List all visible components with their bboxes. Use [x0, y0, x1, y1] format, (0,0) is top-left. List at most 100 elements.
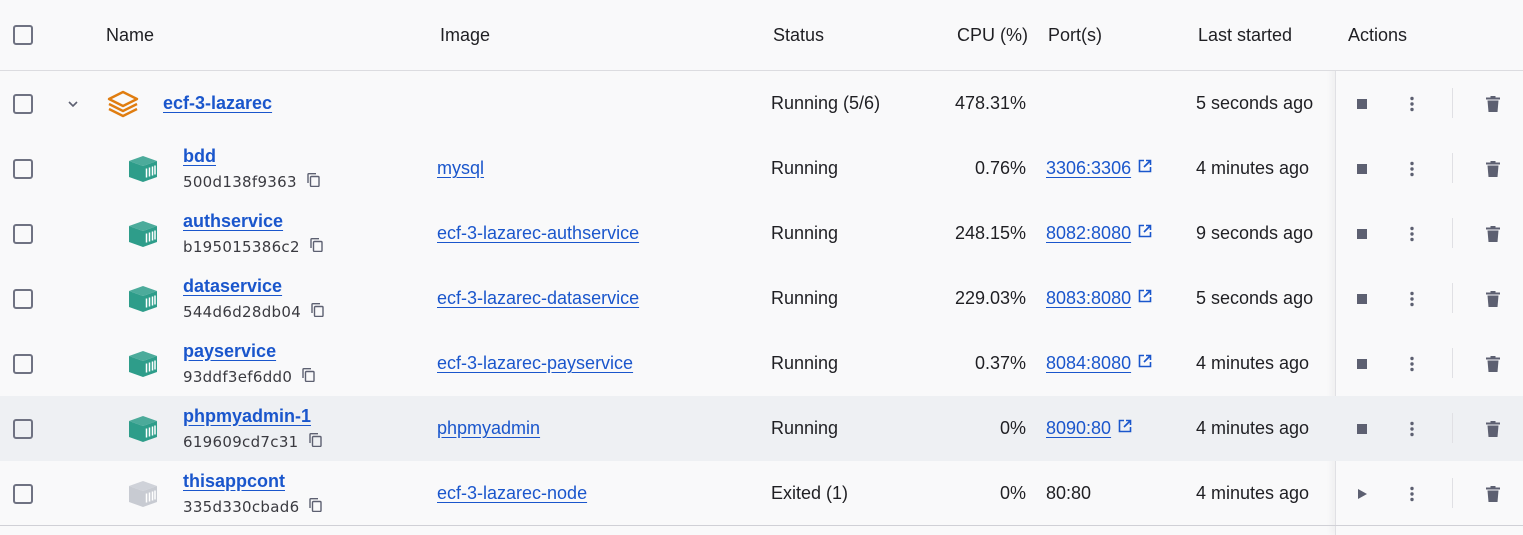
external-link-icon[interactable]: [1118, 419, 1132, 438]
status-cell: Running: [771, 266, 838, 331]
more-vertical-icon[interactable]: [1402, 71, 1422, 136]
container-name-link[interactable]: thisappcont: [183, 471, 322, 492]
table-row[interactable]: authservice b195015386c2 ecf-3-lazarec-a…: [0, 201, 1523, 266]
trash-icon[interactable]: [1483, 136, 1503, 201]
stack-icon: [106, 71, 140, 136]
copy-icon[interactable]: [311, 302, 324, 322]
header-cpu[interactable]: CPU (%): [957, 0, 1028, 70]
stop-icon[interactable]: [1352, 331, 1372, 396]
external-link-icon[interactable]: [1138, 224, 1152, 243]
more-vertical-icon[interactable]: [1402, 136, 1422, 201]
port-link[interactable]: 8083:8080: [1046, 288, 1131, 309]
copy-icon[interactable]: [308, 432, 322, 452]
more-vertical-icon[interactable]: [1402, 331, 1422, 396]
table-row[interactable]: dataservice 544d6d28db04 ecf-3-lazarec-d…: [0, 266, 1523, 331]
stop-icon[interactable]: [1352, 266, 1372, 331]
row-checkbox-cell: [13, 266, 33, 331]
image-link[interactable]: phpmyadmin: [437, 418, 540, 439]
header-image[interactable]: Image: [440, 0, 490, 70]
table-row[interactable]: phpmyadmin-1 619609cd7c31 phpmyadmin Run…: [0, 396, 1523, 461]
copy-icon[interactable]: [302, 367, 315, 387]
group-name-link[interactable]: ecf-3-lazarec: [163, 93, 272, 114]
row-checkbox[interactable]: [13, 483, 33, 504]
select-all-checkbox[interactable]: [13, 25, 33, 45]
image-link[interactable]: mysql: [437, 158, 484, 179]
container-name-link[interactable]: payservice: [183, 341, 315, 362]
stop-icon[interactable]: [1352, 201, 1372, 266]
port-link[interactable]: 8082:8080: [1046, 223, 1131, 244]
external-link-icon[interactable]: [1138, 289, 1152, 308]
table-bottom-border: [0, 525, 1523, 526]
group-name-cell: ecf-3-lazarec: [163, 71, 272, 136]
row-checkbox[interactable]: [13, 223, 33, 244]
image-cell: ecf-3-lazarec-authservice: [437, 201, 639, 266]
copy-icon[interactable]: [309, 497, 323, 517]
status-text: Running: [771, 353, 839, 373]
cpu-cell: 0.76%: [900, 136, 1026, 201]
port-cell: 8082:8080: [1046, 201, 1152, 266]
row-checkbox[interactable]: [13, 418, 33, 439]
row-checkbox[interactable]: [13, 158, 33, 179]
image-link[interactable]: ecf-3-lazarec-payservice: [437, 353, 633, 374]
table-row[interactable]: thisappcont 335d330cbad6 ecf-3-lazarec-n…: [0, 461, 1523, 526]
port-link[interactable]: 3306:3306: [1046, 158, 1131, 179]
stop-icon[interactable]: [1352, 396, 1372, 461]
external-link-icon[interactable]: [1138, 159, 1152, 178]
header-last-started[interactable]: Last started: [1198, 0, 1292, 70]
container-name-link[interactable]: authservice: [183, 211, 323, 232]
image-link[interactable]: ecf-3-lazarec-authservice: [437, 223, 639, 244]
table-row[interactable]: bdd 500d138f9363 mysql Running 0.76% 330…: [0, 136, 1523, 201]
trash-icon[interactable]: [1483, 266, 1503, 331]
copy-icon[interactable]: [310, 237, 323, 257]
container-id: 93ddf3ef6dd0: [183, 368, 293, 386]
image-cell: mysql: [437, 136, 484, 201]
container-name-link[interactable]: dataservice: [183, 276, 324, 297]
trash-icon[interactable]: [1483, 201, 1503, 266]
group-checkbox[interactable]: [13, 93, 33, 114]
trash-icon[interactable]: [1483, 71, 1503, 136]
external-link-icon[interactable]: [1138, 354, 1152, 373]
copy-icon[interactable]: [307, 172, 320, 192]
more-vertical-icon[interactable]: [1402, 461, 1422, 526]
row-checkbox-cell: [13, 201, 33, 266]
trash-icon[interactable]: [1483, 396, 1503, 461]
image-link[interactable]: ecf-3-lazarec-dataservice: [437, 288, 639, 309]
row-checkbox[interactable]: [13, 288, 33, 309]
group-row[interactable]: ecf-3-lazarec Running (5/6) 478.31% 5 se…: [0, 71, 1523, 136]
action-divider: [1452, 413, 1453, 443]
cpu-value: 0%: [999, 483, 1026, 503]
port-cell: 3306:3306: [1046, 136, 1152, 201]
play-icon[interactable]: [1352, 461, 1372, 526]
header-last-started-label: Last started: [1198, 24, 1293, 45]
stop-icon[interactable]: [1352, 71, 1372, 136]
status-text: Exited (1): [771, 483, 849, 503]
header-status-label: Status: [773, 24, 825, 45]
last-started-value: 4 minutes ago: [1196, 353, 1310, 373]
image-link[interactable]: ecf-3-lazarec-node: [437, 483, 587, 504]
trash-icon[interactable]: [1483, 331, 1503, 396]
more-vertical-icon[interactable]: [1402, 266, 1422, 331]
row-checkbox[interactable]: [13, 353, 33, 374]
image-cell: ecf-3-lazarec-dataservice: [437, 266, 639, 331]
container-name-link[interactable]: bdd: [183, 146, 320, 167]
header-ports[interactable]: Port(s): [1048, 0, 1102, 70]
table-row[interactable]: payservice 93ddf3ef6dd0 ecf-3-lazarec-pa…: [0, 331, 1523, 396]
cpu-cell: 0%: [900, 461, 1026, 526]
row-checkbox-cell: [13, 396, 33, 461]
cpu-value: 0%: [999, 418, 1026, 438]
header-name[interactable]: Name: [106, 0, 154, 70]
status-cell: Running: [771, 136, 838, 201]
container-icon: [127, 136, 159, 201]
container-name-link[interactable]: phpmyadmin-1: [183, 406, 322, 427]
trash-icon[interactable]: [1483, 461, 1503, 526]
port-link[interactable]: 8090:80: [1046, 418, 1111, 439]
group-status: Running (5/6): [771, 93, 881, 113]
chevron-down-icon[interactable]: [66, 71, 80, 136]
header-cpu-label: CPU (%): [957, 24, 1028, 45]
stop-icon[interactable]: [1352, 136, 1372, 201]
more-vertical-icon[interactable]: [1402, 201, 1422, 266]
port-link[interactable]: 8084:8080: [1046, 353, 1131, 374]
last-started-cell: 4 minutes ago: [1196, 136, 1309, 201]
header-status[interactable]: Status: [773, 0, 824, 70]
more-vertical-icon[interactable]: [1402, 396, 1422, 461]
